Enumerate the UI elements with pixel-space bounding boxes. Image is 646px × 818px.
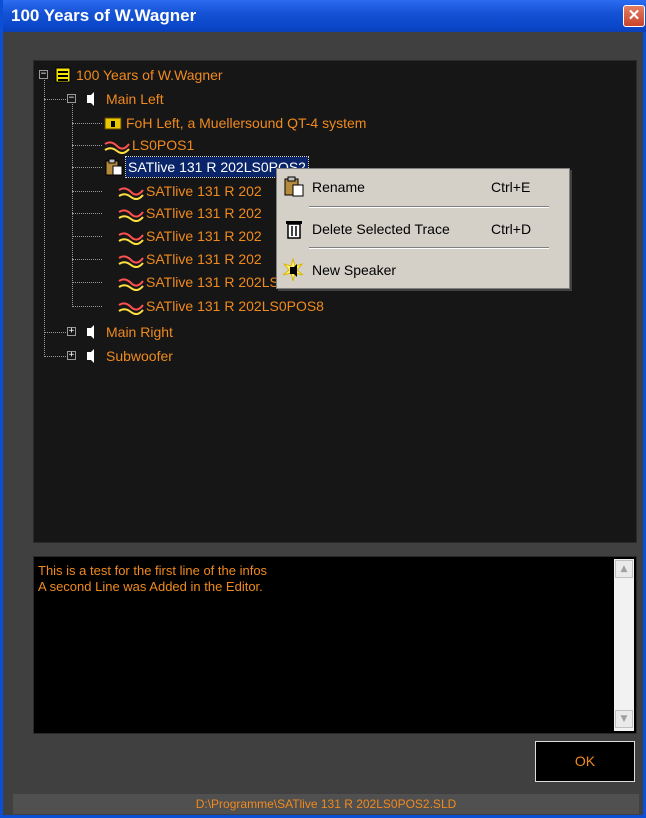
menu-separator bbox=[309, 247, 549, 249]
dialog-window: 100 Years of W.Wagner ✕ − − + + 100 Year… bbox=[0, 0, 646, 818]
tree-item-ls0pos5[interactable]: SATlive 131 R 202 bbox=[118, 225, 262, 247]
trace-icon bbox=[118, 302, 144, 315]
close-button[interactable]: ✕ bbox=[623, 5, 645, 27]
info-line: This is a test for the first line of the… bbox=[38, 563, 268, 578]
trace-icon bbox=[104, 141, 130, 154]
tree-item-ls0pos1[interactable]: LS0POS1 bbox=[104, 134, 194, 156]
status-bar: D:\Programme\SATlive 131 R 202LS0POS2.SL… bbox=[13, 794, 639, 814]
file-path: D:\Programme\SATlive 131 R 202LS0POS2.SL… bbox=[195, 797, 457, 811]
tree-group-subwoofer[interactable]: Subwoofer bbox=[82, 345, 173, 367]
collapse-toggle-main-left[interactable]: − bbox=[67, 94, 76, 103]
menu-item-delete-trace[interactable]: Delete Selected Trace Ctrl+D bbox=[277, 214, 569, 244]
ok-button[interactable]: OK bbox=[535, 741, 635, 782]
new-speaker-icon bbox=[282, 258, 304, 282]
info-line: A second Line was Added in the Editor. bbox=[38, 579, 263, 594]
info-text-area[interactable]: This is a test for the first line of the… bbox=[33, 556, 637, 734]
tree-item-foh-left[interactable]: FoH Left, a Muellersound QT-4 system bbox=[104, 112, 366, 134]
trace-icon bbox=[118, 255, 144, 268]
collapse-toggle-root[interactable]: − bbox=[39, 70, 48, 79]
menu-separator bbox=[309, 206, 549, 208]
scroll-down-button[interactable]: ▼ bbox=[615, 710, 633, 728]
tree-group-main-right[interactable]: Main Right bbox=[82, 321, 173, 343]
scroll-up-button[interactable]: ▲ bbox=[615, 560, 633, 578]
tree-item-ls0pos3[interactable]: SATlive 131 R 202 bbox=[118, 180, 262, 202]
vertical-scrollbar[interactable]: ▲ ▼ bbox=[614, 559, 634, 731]
venue-icon bbox=[55, 67, 71, 83]
tree-root-node[interactable]: 100 Years of W.Wagner bbox=[54, 64, 223, 86]
info-text: This is a test for the first line of the… bbox=[38, 563, 267, 595]
tree-root-label: 100 Years of W.Wagner bbox=[76, 67, 223, 83]
expand-toggle-main-right[interactable]: + bbox=[67, 327, 76, 336]
context-menu: Rename Ctrl+E Delete Selected Trace Ctrl… bbox=[276, 168, 570, 289]
speaker-icon bbox=[87, 325, 94, 339]
trace-icon bbox=[118, 209, 144, 222]
clipboard-icon bbox=[284, 176, 304, 197]
tree-item-ls0pos4[interactable]: SATlive 131 R 202 bbox=[118, 202, 262, 224]
speaker-icon bbox=[87, 92, 94, 106]
system-icon bbox=[104, 117, 122, 130]
tree-group-label: Main Left bbox=[106, 91, 164, 107]
expand-toggle-subwoofer[interactable]: + bbox=[67, 351, 76, 360]
trash-icon bbox=[286, 221, 302, 239]
tree-item-ls0pos8[interactable]: SATlive 131 R 202LS0POS8 bbox=[118, 295, 324, 317]
menu-item-rename[interactable]: Rename Ctrl+E bbox=[277, 172, 569, 202]
menu-item-new-speaker[interactable]: New Speaker bbox=[277, 255, 569, 285]
trace-icon bbox=[118, 278, 144, 291]
trace-icon bbox=[118, 187, 144, 200]
tree-item-ls0pos6[interactable]: SATlive 131 R 202 bbox=[118, 248, 262, 270]
tree-group-main-left[interactable]: Main Left bbox=[82, 88, 164, 110]
speaker-tree[interactable]: − − + + 100 Years of W.Wagner Main Left bbox=[33, 60, 637, 543]
trace-icon bbox=[118, 232, 144, 245]
clipboard-icon bbox=[105, 158, 123, 176]
speaker-icon bbox=[87, 349, 94, 363]
window-title: 100 Years of W.Wagner bbox=[11, 6, 197, 25]
title-bar[interactable]: 100 Years of W.Wagner ✕ bbox=[3, 0, 646, 32]
